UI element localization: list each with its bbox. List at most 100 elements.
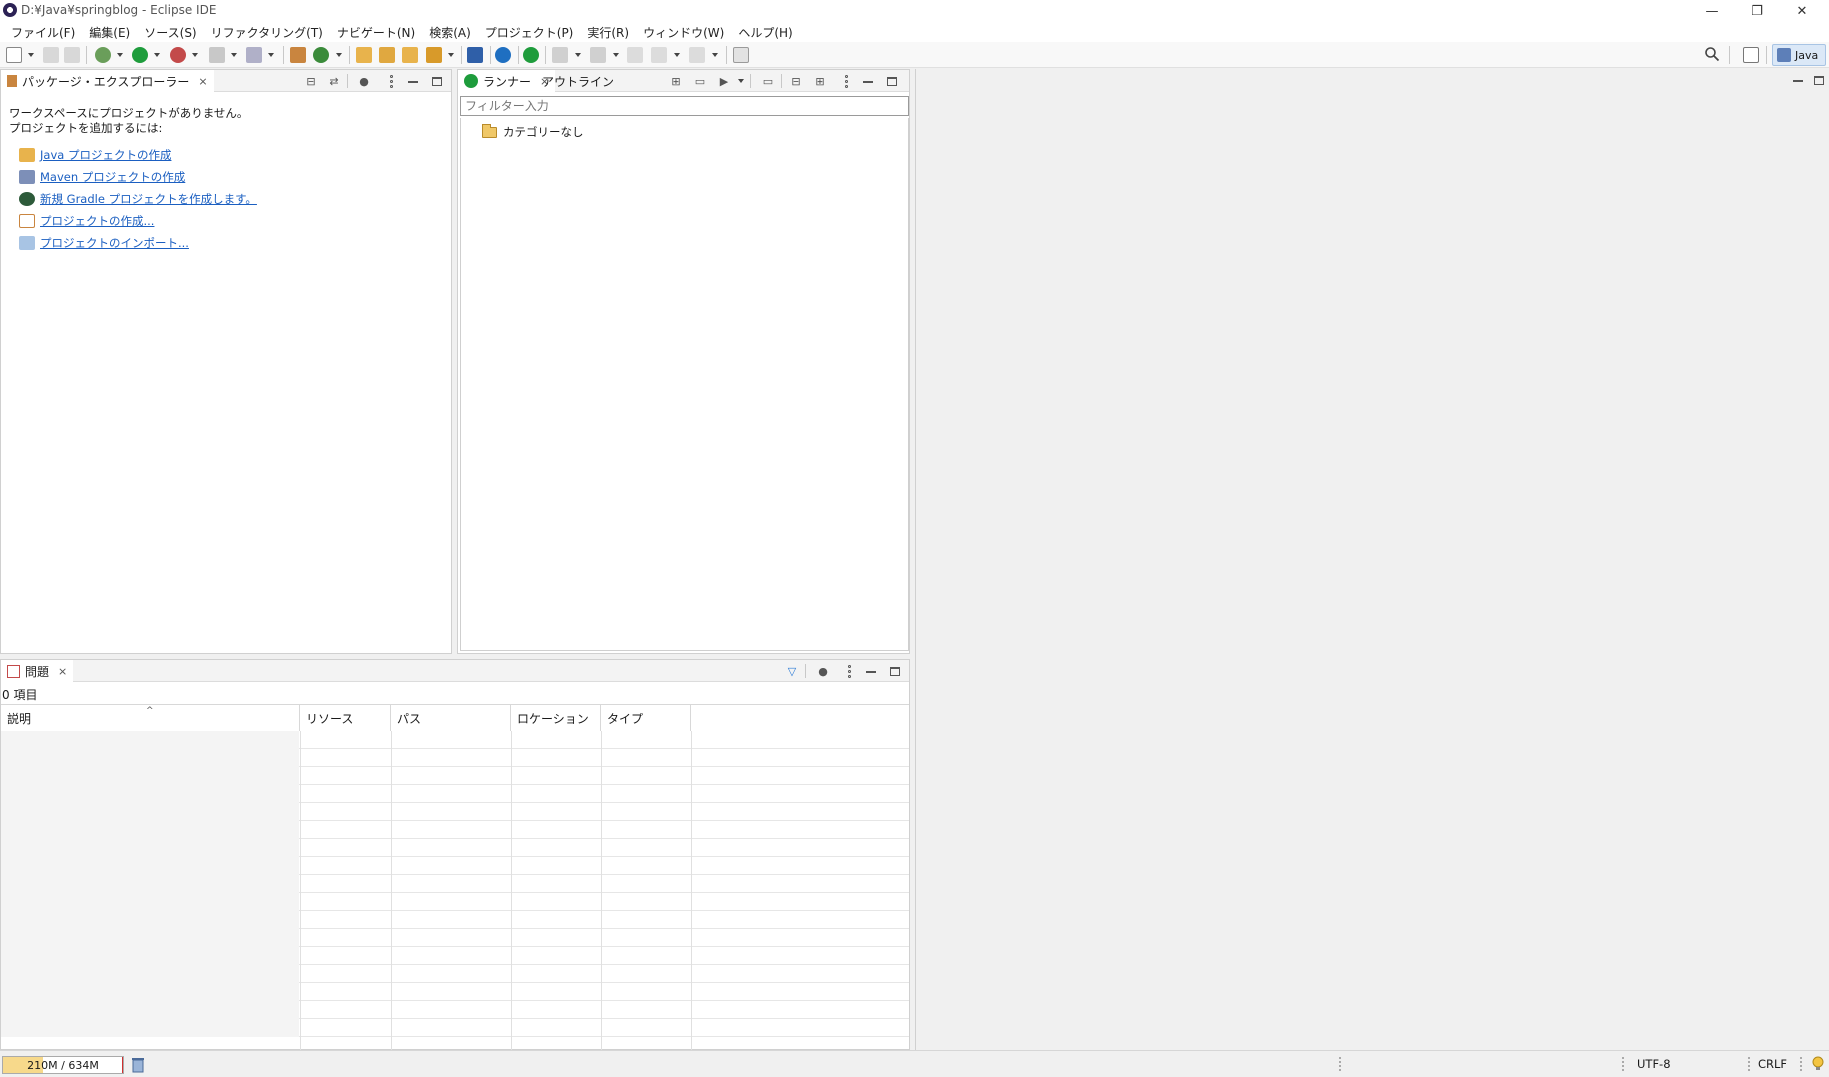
external-tools-dropdown-icon[interactable]: [268, 53, 274, 57]
folder-add-icon[interactable]: ▭: [760, 73, 776, 89]
maximize-editor-icon[interactable]: [1811, 72, 1827, 88]
close-icon[interactable]: ⨯: [198, 75, 207, 88]
filter-input[interactable]: [460, 96, 909, 116]
minimize-editor-icon[interactable]: [1790, 72, 1806, 88]
table-cell-description: [1, 1019, 299, 1037]
line-delimiter[interactable]: CRLF: [1758, 1057, 1787, 1071]
focus-icon[interactable]: ●: [815, 663, 831, 679]
menu-navigate[interactable]: ナビゲート(N): [330, 24, 422, 41]
filter-icon[interactable]: ▽: [784, 663, 800, 679]
create-maven-project-link[interactable]: Maven プロジェクトの作成: [19, 169, 185, 185]
close-button[interactable]: ✕: [1780, 0, 1824, 22]
column-header-type[interactable]: タイプ: [601, 705, 691, 731]
menu-window[interactable]: ウィンドウ(W): [636, 24, 731, 41]
heap-status[interactable]: 210M / 634M: [2, 1056, 124, 1074]
next-annotation-dropdown-icon[interactable]: [575, 53, 581, 57]
view-menu-icon[interactable]: [841, 663, 857, 679]
file-encoding[interactable]: UTF-8: [1637, 1057, 1671, 1071]
column-header-path[interactable]: パス: [391, 705, 511, 731]
collapse-all-icon[interactable]: ⊟: [303, 73, 319, 89]
coverage-icon[interactable]: [170, 47, 186, 63]
minimize-view-icon[interactable]: [860, 73, 876, 89]
search-tool-icon[interactable]: [426, 47, 442, 63]
new-launch-icon[interactable]: ⊞: [668, 73, 684, 89]
save-icon[interactable]: [43, 47, 59, 63]
forward-dropdown-icon[interactable]: [712, 53, 718, 57]
minimize-view-icon[interactable]: [405, 73, 421, 89]
column-header-resource[interactable]: リソース: [300, 705, 391, 731]
maximize-view-icon[interactable]: [429, 73, 445, 89]
spring-boot-icon[interactable]: [523, 47, 539, 63]
minimize-view-icon[interactable]: [863, 663, 879, 679]
back-dropdown-icon[interactable]: [674, 53, 680, 57]
new-icon[interactable]: [6, 47, 22, 63]
new-java-class-icon[interactable]: [313, 47, 329, 63]
open-type-icon[interactable]: [356, 47, 372, 63]
save-all-icon[interactable]: [64, 47, 80, 63]
debug-icon[interactable]: [95, 47, 111, 63]
pin-editor-icon[interactable]: [733, 47, 749, 63]
column-header-description[interactable]: 説明 ^: [1, 705, 300, 731]
tree-item-no-category[interactable]: カテゴリーなし: [482, 123, 584, 140]
back-arrow-icon[interactable]: [651, 47, 667, 63]
maximize-view-icon[interactable]: [887, 663, 903, 679]
run-gray-icon[interactable]: ▶: [716, 73, 732, 89]
menu-run[interactable]: 実行(R): [580, 24, 636, 41]
stop-dropdown-icon[interactable]: [231, 53, 237, 57]
new-dropdown-icon[interactable]: [28, 53, 34, 57]
tab-problems[interactable]: 問題 ⨯: [1, 660, 74, 682]
search-icon[interactable]: [1704, 46, 1720, 62]
run-dropdown-icon[interactable]: [154, 53, 160, 57]
maximize-view-icon[interactable]: [884, 73, 900, 89]
menu-help[interactable]: ヘルプ(H): [731, 24, 799, 41]
view-menu-icon[interactable]: [838, 73, 854, 89]
stop-icon[interactable]: [209, 47, 225, 63]
expand-all-icon[interactable]: ⊞: [812, 73, 828, 89]
run-gray-dropdown-icon[interactable]: [738, 79, 744, 83]
next-annotation-icon[interactable]: [552, 47, 568, 63]
import-project-link[interactable]: プロジェクトのインポート...: [19, 235, 189, 251]
collapse-all-icon[interactable]: ⊟: [788, 73, 804, 89]
last-edit-location-icon[interactable]: [627, 47, 643, 63]
open-perspective-icon[interactable]: [1743, 47, 1759, 63]
eclipse-logo-icon: [3, 3, 17, 17]
tab-outline[interactable]: アウトライン: [536, 70, 620, 92]
settings-gear-icon[interactable]: [495, 47, 511, 63]
external-tools-icon[interactable]: [246, 47, 262, 63]
previous-annotation-dropdown-icon[interactable]: [613, 53, 619, 57]
previous-annotation-icon[interactable]: [590, 47, 606, 63]
coverage-dropdown-icon[interactable]: [192, 53, 198, 57]
filter-focus-icon[interactable]: ●: [356, 73, 372, 89]
lightbulb-icon[interactable]: [1811, 1056, 1825, 1072]
run-icon[interactable]: [132, 47, 148, 63]
create-gradle-project-link[interactable]: 新規 Gradle プロジェクトを作成します。: [19, 191, 257, 207]
menu-source[interactable]: ソース(S): [137, 24, 203, 41]
title-bar: D:¥Java¥springblog - Eclipse IDE — ❐ ✕: [0, 0, 1829, 22]
search-tool-dropdown-icon[interactable]: [448, 53, 454, 57]
minimize-button[interactable]: —: [1690, 0, 1734, 22]
link-with-editor-icon[interactable]: ⇄: [326, 73, 342, 89]
create-project-link[interactable]: プロジェクトの作成...: [19, 213, 154, 229]
new-java-class-dropdown-icon[interactable]: [336, 53, 342, 57]
column-header-location[interactable]: ロケーション: [511, 705, 601, 731]
new-java-package-icon[interactable]: [290, 47, 306, 63]
menu-file[interactable]: ファイル(F): [4, 24, 82, 41]
menu-search[interactable]: 検索(A): [422, 24, 478, 41]
open-folder-icon[interactable]: ▭: [692, 73, 708, 89]
close-icon[interactable]: ⨯: [58, 665, 67, 678]
tab-package-explorer[interactable]: パッケージ・エクスプローラー ⨯: [1, 70, 214, 92]
open-resource-icon[interactable]: [402, 47, 418, 63]
trash-icon[interactable]: [131, 1057, 145, 1073]
console-icon[interactable]: [467, 47, 483, 63]
open-task-icon[interactable]: [379, 47, 395, 63]
create-java-project-link[interactable]: Java プロジェクトの作成: [19, 147, 171, 163]
restore-button[interactable]: ❐: [1735, 0, 1779, 22]
menu-project[interactable]: プロジェクト(P): [478, 24, 581, 41]
menu-refactor[interactable]: リファクタリング(T): [204, 24, 330, 41]
column-label: ロケーション: [517, 712, 589, 726]
menu-edit[interactable]: 編集(E): [82, 24, 137, 41]
view-menu-icon[interactable]: [383, 73, 399, 89]
perspective-java-button[interactable]: Java: [1772, 44, 1826, 66]
forward-arrow-icon[interactable]: [689, 47, 705, 63]
debug-dropdown-icon[interactable]: [117, 53, 123, 57]
